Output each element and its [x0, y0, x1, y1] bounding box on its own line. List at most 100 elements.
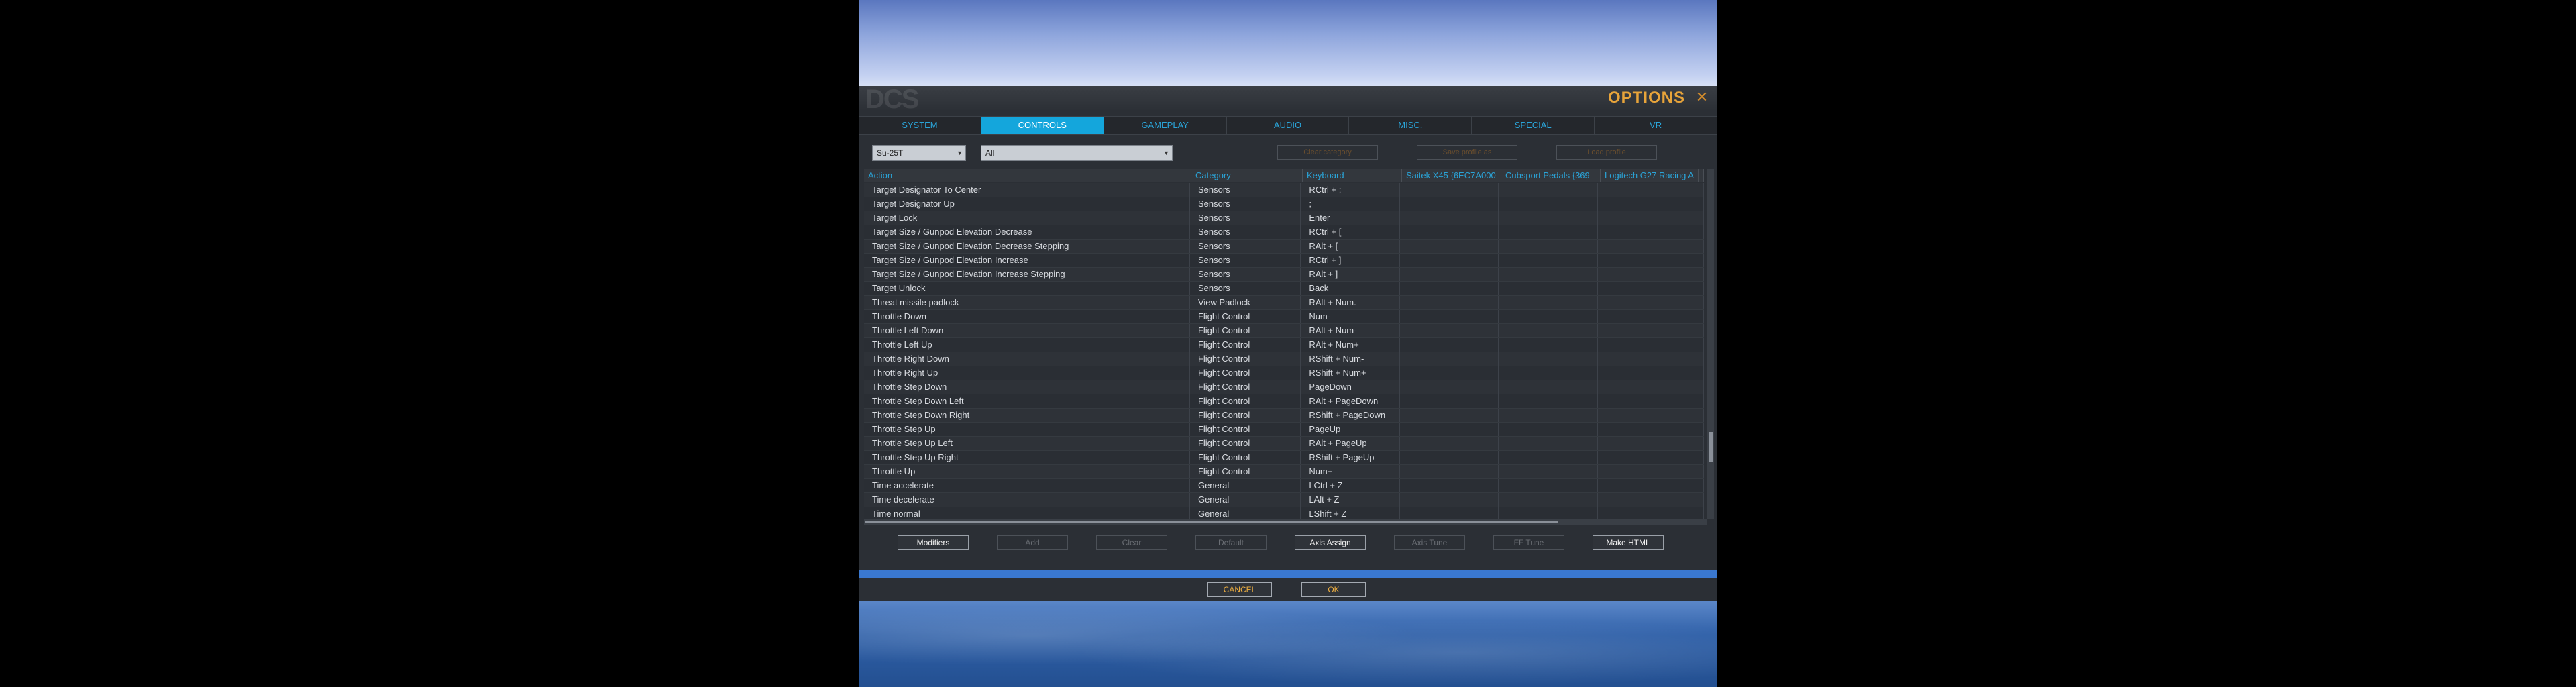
- category-select[interactable]: All ▼: [981, 145, 1173, 161]
- clear-category-button[interactable]: Clear category: [1277, 145, 1378, 160]
- logitech-g27-cell[interactable]: [1598, 507, 1695, 521]
- logitech-g27-cell[interactable]: [1598, 380, 1695, 394]
- aircraft-select[interactable]: Su-25T ▼: [872, 145, 966, 161]
- cubsport-pedals-cell[interactable]: [1499, 451, 1598, 464]
- cubsport-pedals-cell[interactable]: [1499, 268, 1598, 281]
- cubsport-pedals-cell[interactable]: [1499, 324, 1598, 337]
- default-button[interactable]: Default: [1195, 535, 1267, 550]
- keyboard-cell[interactable]: RShift + PageUp: [1301, 451, 1400, 464]
- cubsport-pedals-cell[interactable]: [1499, 338, 1598, 352]
- table-row[interactable]: Time decelerate General LAlt + Z: [864, 493, 1704, 507]
- cubsport-pedals-cell[interactable]: [1499, 394, 1598, 408]
- axis-assign-button[interactable]: Axis Assign: [1295, 535, 1366, 550]
- cubsport-pedals-cell[interactable]: [1499, 211, 1598, 225]
- logitech-g27-cell[interactable]: [1598, 310, 1695, 323]
- table-row[interactable]: Target Size / Gunpod Elevation Decrease S…: [864, 225, 1704, 240]
- tab-controls[interactable]: CONTROLS: [981, 117, 1104, 134]
- logitech-g27-cell[interactable]: [1598, 296, 1695, 309]
- saitek-x45-cell[interactable]: [1400, 324, 1499, 337]
- save-profile-as-button[interactable]: Save profile as: [1417, 145, 1517, 160]
- vertical-scrollbar[interactable]: [1707, 169, 1714, 519]
- saitek-x45-cell[interactable]: [1400, 465, 1499, 478]
- logitech-g27-cell[interactable]: [1598, 338, 1695, 352]
- logitech-g27-cell[interactable]: [1598, 240, 1695, 253]
- close-icon[interactable]: ✕: [1693, 89, 1711, 106]
- logitech-g27-cell[interactable]: [1598, 211, 1695, 225]
- load-profile-button[interactable]: Load profile: [1556, 145, 1657, 160]
- keyboard-cell[interactable]: RCtrl + [: [1301, 225, 1400, 239]
- saitek-x45-cell[interactable]: [1400, 296, 1499, 309]
- axis-tune-button[interactable]: Axis Tune: [1394, 535, 1465, 550]
- ff-tune-button[interactable]: FF Tune: [1493, 535, 1564, 550]
- saitek-x45-cell[interactable]: [1400, 409, 1499, 422]
- saitek-x45-cell[interactable]: [1400, 211, 1499, 225]
- table-row[interactable]: Throttle Left Up Flight Control RAlt + Num…: [864, 338, 1704, 352]
- logitech-g27-cell[interactable]: [1598, 352, 1695, 366]
- table-row[interactable]: Throttle Step Up Flight Control PageUp: [864, 423, 1704, 437]
- table-row[interactable]: Target Size / Gunpod Elevation Increase …: [864, 268, 1704, 282]
- cubsport-pedals-cell[interactable]: [1499, 423, 1598, 436]
- saitek-x45-cell[interactable]: [1400, 183, 1499, 197]
- tab-system[interactable]: SYSTEM: [859, 117, 981, 134]
- column-header-cubsport-pedals[interactable]: Cubsport Pedals {369: [1501, 169, 1601, 182]
- saitek-x45-cell[interactable]: [1400, 394, 1499, 408]
- keyboard-cell[interactable]: RAlt + ]: [1301, 268, 1400, 281]
- horizontal-scrollbar-thumb[interactable]: [865, 521, 1558, 523]
- keyboard-cell[interactable]: RAlt + PageUp: [1301, 437, 1400, 450]
- logitech-g27-cell[interactable]: [1598, 479, 1695, 492]
- cubsport-pedals-cell[interactable]: [1499, 352, 1598, 366]
- logitech-g27-cell[interactable]: [1598, 183, 1695, 197]
- keyboard-cell[interactable]: PageDown: [1301, 380, 1400, 394]
- modifiers-button[interactable]: Modifiers: [898, 535, 969, 550]
- logitech-g27-cell[interactable]: [1598, 366, 1695, 380]
- saitek-x45-cell[interactable]: [1400, 197, 1499, 211]
- cubsport-pedals-cell[interactable]: [1499, 225, 1598, 239]
- keyboard-cell[interactable]: LShift + Z: [1301, 507, 1400, 521]
- tab-vr[interactable]: VR: [1595, 117, 1718, 134]
- table-row[interactable]: Target Lock Sensors Enter: [864, 211, 1704, 225]
- logitech-g27-cell[interactable]: [1598, 409, 1695, 422]
- logitech-g27-cell[interactable]: [1598, 423, 1695, 436]
- saitek-x45-cell[interactable]: [1400, 366, 1499, 380]
- table-row[interactable]: Target Size / Gunpod Elevation Increase S…: [864, 254, 1704, 268]
- table-row[interactable]: Throttle Step Down Right Flight Control RS…: [864, 409, 1704, 423]
- column-header-keyboard[interactable]: Keyboard: [1303, 169, 1402, 182]
- logitech-g27-cell[interactable]: [1598, 465, 1695, 478]
- column-header-logitech-g27[interactable]: Logitech G27 Racing A: [1601, 169, 1699, 182]
- keyboard-cell[interactable]: RShift + Num-: [1301, 352, 1400, 366]
- keyboard-cell[interactable]: LAlt + Z: [1301, 493, 1400, 507]
- clear-button[interactable]: Clear: [1096, 535, 1167, 550]
- tab-special[interactable]: SPECIAL: [1472, 117, 1595, 134]
- keyboard-cell[interactable]: PageUp: [1301, 423, 1400, 436]
- logitech-g27-cell[interactable]: [1598, 254, 1695, 267]
- logitech-g27-cell[interactable]: [1598, 324, 1695, 337]
- keyboard-cell[interactable]: RAlt + [: [1301, 240, 1400, 253]
- make-html-button[interactable]: Make HTML: [1593, 535, 1664, 550]
- saitek-x45-cell[interactable]: [1400, 352, 1499, 366]
- saitek-x45-cell[interactable]: [1400, 310, 1499, 323]
- table-row[interactable]: Threat missile padlock View Padlock RAlt +…: [864, 296, 1704, 310]
- logitech-g27-cell[interactable]: [1598, 493, 1695, 507]
- table-row[interactable]: Throttle Step Down Left Flight Control RAl…: [864, 394, 1704, 409]
- keyboard-cell[interactable]: ;: [1301, 197, 1400, 211]
- logitech-g27-cell[interactable]: [1598, 451, 1695, 464]
- saitek-x45-cell[interactable]: [1400, 437, 1499, 450]
- tab-misc[interactable]: MISC.: [1349, 117, 1472, 134]
- cubsport-pedals-cell[interactable]: [1499, 409, 1598, 422]
- cubsport-pedals-cell[interactable]: [1499, 282, 1598, 295]
- cubsport-pedals-cell[interactable]: [1499, 366, 1598, 380]
- saitek-x45-cell[interactable]: [1400, 451, 1499, 464]
- keyboard-cell[interactable]: RCtrl + ]: [1301, 254, 1400, 267]
- keyboard-cell[interactable]: RAlt + Num.: [1301, 296, 1400, 309]
- column-header-category[interactable]: Category: [1191, 169, 1303, 182]
- table-row[interactable]: Throttle Step Up Left Flight Control RAlt …: [864, 437, 1704, 451]
- keyboard-cell[interactable]: RAlt + Num+: [1301, 338, 1400, 352]
- keyboard-cell[interactable]: RAlt + PageDown: [1301, 394, 1400, 408]
- saitek-x45-cell[interactable]: [1400, 282, 1499, 295]
- logitech-g27-cell[interactable]: [1598, 437, 1695, 450]
- cubsport-pedals-cell[interactable]: [1499, 183, 1598, 197]
- table-row[interactable]: Target Designator To Center Sensors RCtrl …: [864, 183, 1704, 197]
- saitek-x45-cell[interactable]: [1400, 380, 1499, 394]
- add-button[interactable]: Add: [997, 535, 1068, 550]
- column-header-saitek-x45[interactable]: Saitek X45 {6EC7A000: [1402, 169, 1501, 182]
